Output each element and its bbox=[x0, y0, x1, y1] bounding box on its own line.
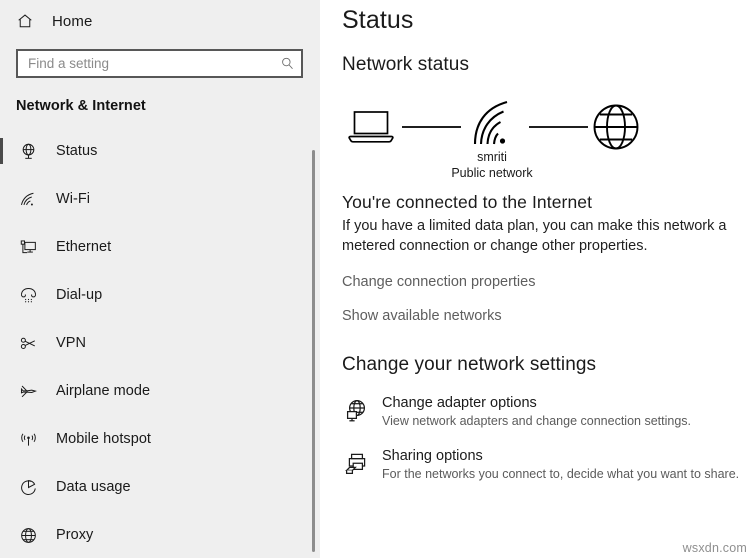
sidebar-item-dialup-label: Dial-up bbox=[56, 287, 103, 303]
sidebar-item-ethernet[interactable]: Ethernet bbox=[0, 223, 320, 271]
connection-line-right bbox=[529, 126, 588, 128]
option-title: Sharing options bbox=[382, 448, 483, 464]
sidebar-item-status[interactable]: Status bbox=[0, 127, 320, 175]
sidebar-item-ethernet-label: Ethernet bbox=[56, 239, 112, 255]
change-connection-properties-link[interactable]: Change connection properties bbox=[342, 274, 535, 290]
sidebar-item-mobile-hotspot[interactable]: Mobile hotspot bbox=[0, 415, 320, 463]
search-input[interactable] bbox=[28, 51, 280, 76]
ethernet-icon bbox=[18, 237, 38, 257]
sidebar-item-vpn-label: VPN bbox=[56, 335, 86, 351]
sidebar-item-mobile-hotspot-label: Mobile hotspot bbox=[56, 431, 152, 447]
adapter-globe-monitor-icon bbox=[342, 396, 372, 426]
main-content: Status Network status smriti Public netw… bbox=[320, 0, 755, 558]
connection-headline: You're connected to the Internet bbox=[342, 192, 593, 212]
sidebar-category-title: Network & Internet bbox=[16, 98, 146, 114]
search-box[interactable] bbox=[16, 49, 303, 78]
sidebar-item-home-label: Home bbox=[52, 12, 93, 30]
network-name: smriti bbox=[477, 150, 507, 164]
network-status-heading: Network status bbox=[342, 54, 470, 75]
sidebar: Home Network & Internet bbox=[0, 0, 320, 558]
settings-window: Home Network & Internet bbox=[0, 0, 755, 558]
option-sharing-options[interactable]: Sharing options For the networks you con… bbox=[342, 447, 755, 483]
sidebar-item-wifi-label: Wi-Fi bbox=[56, 191, 91, 207]
sidebar-scrollbar[interactable] bbox=[312, 150, 315, 552]
sharing-printer-icon bbox=[342, 449, 372, 479]
network-type: Public network bbox=[451, 166, 533, 180]
wifi-icon bbox=[18, 189, 38, 209]
page-title: Status bbox=[342, 6, 414, 34]
option-description: View network adapters and change connect… bbox=[382, 414, 691, 428]
sidebar-item-airplane-mode[interactable]: Airplane mode bbox=[0, 367, 320, 415]
option-title: Change adapter options bbox=[382, 395, 537, 411]
sidebar-item-vpn[interactable]: VPN bbox=[0, 319, 320, 367]
network-diagram: smriti Public network bbox=[342, 86, 652, 180]
sidebar-item-wifi[interactable]: Wi-Fi bbox=[0, 175, 320, 223]
search-icon[interactable] bbox=[280, 56, 295, 71]
sidebar-item-status-label: Status bbox=[56, 143, 98, 159]
sidebar-item-home[interactable]: Home bbox=[0, 4, 320, 38]
sidebar-item-dialup[interactable]: Dial-up bbox=[0, 271, 320, 319]
wifi-signal-icon bbox=[469, 100, 515, 153]
settings-options-list: Change adapter options View network adap… bbox=[342, 394, 755, 483]
connection-description: If you have a limited data plan, you can… bbox=[342, 218, 727, 254]
sidebar-item-proxy[interactable]: Proxy bbox=[0, 511, 320, 558]
watermark: wsxdn.com bbox=[682, 541, 747, 555]
connection-line-left bbox=[402, 126, 461, 128]
laptop-icon bbox=[346, 108, 396, 153]
settings-heading: Change your network settings bbox=[342, 354, 597, 375]
network-caption: smriti Public network bbox=[392, 149, 592, 181]
network-status-icon bbox=[18, 141, 38, 161]
dialup-phone-icon bbox=[18, 285, 38, 305]
globe-icon bbox=[591, 102, 641, 157]
option-description: For the networks you connect to, decide … bbox=[382, 467, 740, 481]
sidebar-item-data-usage[interactable]: Data usage bbox=[0, 463, 320, 511]
sidebar-item-proxy-label: Proxy bbox=[56, 527, 94, 543]
airplane-icon bbox=[18, 381, 38, 401]
vpn-key-icon bbox=[18, 333, 38, 353]
hotspot-icon bbox=[18, 429, 38, 449]
sidebar-item-data-usage-label: Data usage bbox=[56, 479, 131, 495]
home-icon bbox=[14, 10, 36, 32]
sidebar-nav: Status Wi-Fi Ethernet Dial-up VPN Airpla… bbox=[0, 127, 320, 558]
pie-chart-icon bbox=[18, 477, 38, 497]
option-change-adapter-options[interactable]: Change adapter options View network adap… bbox=[342, 394, 755, 430]
globe-icon bbox=[18, 525, 38, 545]
show-available-networks-link[interactable]: Show available networks bbox=[342, 308, 502, 324]
sidebar-item-airplane-mode-label: Airplane mode bbox=[56, 383, 151, 399]
